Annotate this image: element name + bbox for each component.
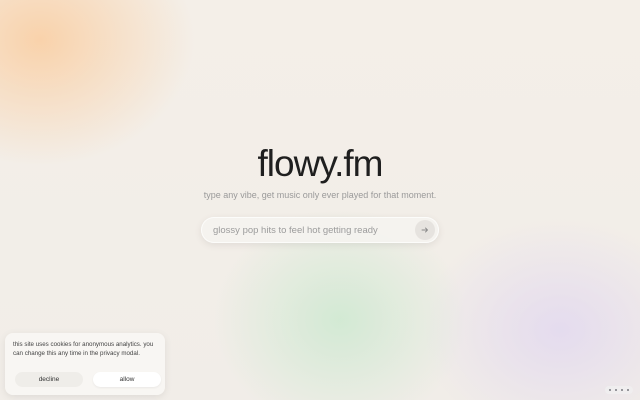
corner-menu-button[interactable] xyxy=(605,386,633,394)
tagline: type any vibe, get music only ever playe… xyxy=(203,190,437,200)
hero: flowy.fm type any vibe, get music only e… xyxy=(0,140,640,202)
arrow-right-icon xyxy=(421,227,428,233)
vibe-search-bar xyxy=(201,216,439,244)
submit-button[interactable] xyxy=(415,220,435,240)
cookie-banner: this site uses cookies for anonymous ana… xyxy=(5,333,165,395)
vibe-search-input[interactable] xyxy=(201,216,415,244)
more-dots-icon xyxy=(609,389,611,391)
logo: flowy.fm xyxy=(257,143,384,184)
more-dots-icon xyxy=(627,389,629,391)
more-dots-icon xyxy=(615,389,617,391)
allow-button[interactable]: allow xyxy=(93,372,161,387)
cookie-message: this site uses cookies for anonymous ana… xyxy=(13,341,154,357)
more-dots-icon xyxy=(621,389,623,391)
cookie-actions: decline allow xyxy=(15,372,161,387)
decline-button[interactable]: decline xyxy=(15,372,83,387)
